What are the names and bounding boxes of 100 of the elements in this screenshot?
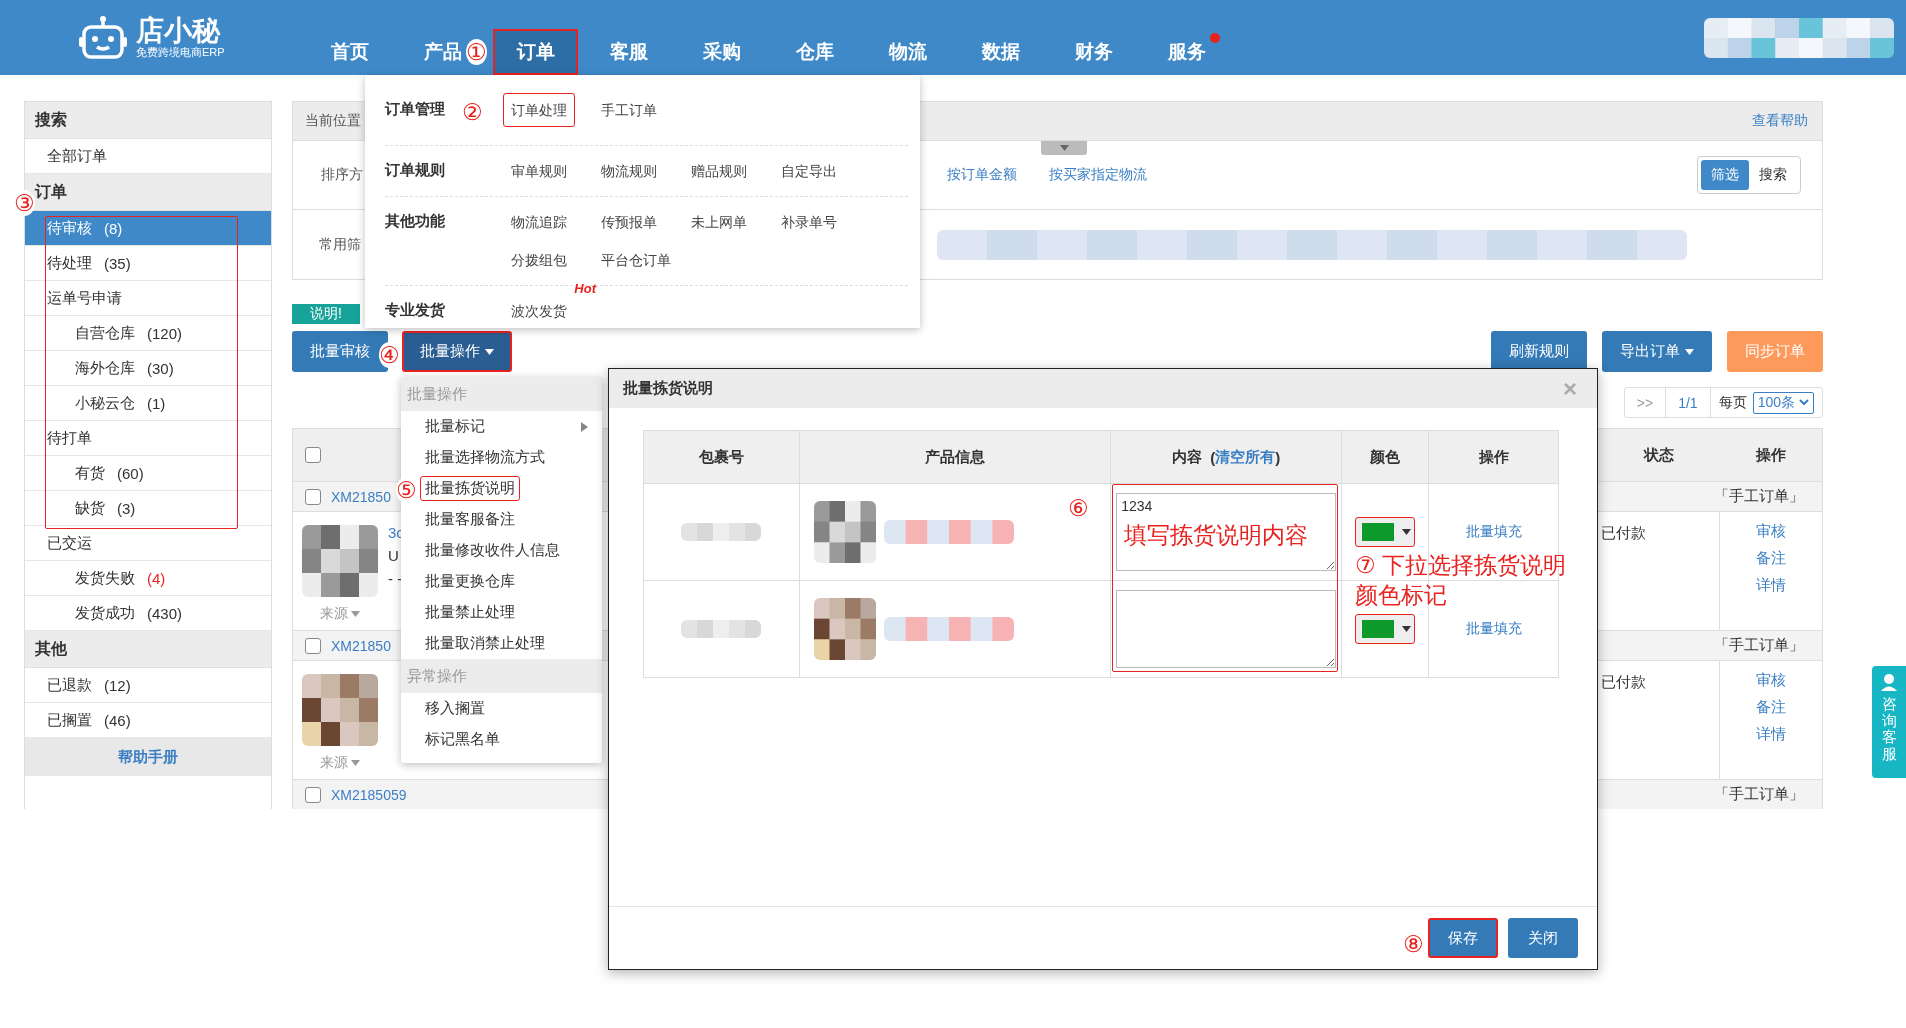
dialog-button[interactable]: 保存 [1428, 918, 1498, 958]
menu-item[interactable]: 赠品规则 [683, 154, 755, 188]
robot-logo-icon [78, 14, 128, 61]
mode-tab[interactable]: 筛选 [1701, 160, 1749, 190]
column-header: 操作 [1478, 447, 1509, 467]
checkbox[interactable] [305, 488, 321, 505]
column-header: 颜色 [1370, 447, 1401, 467]
order-type: 「手工订单」 [1714, 785, 1804, 804]
column-header: 状态 [1642, 445, 1675, 465]
dialog-button[interactable]: 关闭 [1508, 918, 1578, 958]
nav-tab[interactable]: 财务 [1071, 29, 1116, 75]
action-link[interactable]: 备注 [1756, 549, 1786, 568]
sort-option-link[interactable]: 按订单金额 [947, 166, 1017, 184]
menu-item[interactable]: 批量拣货说明 [420, 476, 520, 501]
sidebar-item[interactable]: 待审核 (8) [25, 211, 271, 246]
mode-tab[interactable]: 搜索 [1749, 160, 1797, 190]
clear-all-link[interactable]: 清空所有 [1215, 447, 1276, 467]
menu-item[interactable]: 批量标记 [420, 414, 490, 439]
order-number-link[interactable]: XM2185059 [331, 786, 407, 803]
nav-tab[interactable]: 物流 [885, 29, 930, 75]
menu-item[interactable]: 平台仓订单 [593, 243, 679, 277]
order-number-link[interactable]: XM21850 [331, 637, 391, 654]
menu-item[interactable]: 自定导出 [773, 154, 845, 188]
menu-item[interactable]: 订单处理 [503, 93, 575, 127]
toolbar-button[interactable]: 导出订单 [1602, 331, 1712, 372]
action-link[interactable]: 审核 [1756, 671, 1786, 690]
logo-name: 店小秘 [136, 16, 222, 46]
nav-tab[interactable]: 订单 [493, 29, 578, 75]
nav-tab[interactable]: 数据 [978, 29, 1023, 75]
batch-fill-link[interactable]: 批量填充 [1465, 523, 1522, 541]
annotation-text: 填写拣货说明内容 [1124, 522, 1308, 548]
sidebar-item-label: 有货 [75, 463, 105, 483]
menu-item[interactable]: 分拨组包 [503, 243, 575, 277]
menu-item[interactable]: 传预报单 [593, 205, 665, 239]
menu-item[interactable]: 补录单号 [773, 205, 845, 239]
sidebar-item-count: (4) [147, 569, 166, 587]
support-label: 咨询客服 [1881, 696, 1897, 762]
content-textarea[interactable] [1116, 590, 1337, 668]
action-link[interactable]: 备注 [1756, 698, 1786, 717]
nav-tab[interactable]: 首页 [327, 29, 372, 75]
menu-item[interactable]: 批量修改收件人信息 [420, 538, 565, 563]
action-link[interactable]: 详情 [1756, 725, 1786, 744]
sort-option-link[interactable]: 按买家指定物流 [1049, 166, 1147, 184]
order-type: 「手工订单」 [1714, 487, 1804, 506]
nav-tab[interactable]: 产品 [420, 29, 465, 75]
sidebar-item-label: 海外仓库 [75, 358, 135, 378]
menu-group-title: 订单规则 [385, 160, 445, 180]
color-select[interactable] [1355, 614, 1416, 644]
menu-item[interactable]: 审单规则 [503, 154, 575, 188]
checkbox[interactable] [305, 786, 321, 803]
order-number-link[interactable]: XM21850 [331, 488, 391, 505]
nav-tab[interactable]: 服务 [1164, 29, 1209, 75]
sidebar-item-count: (35) [104, 254, 131, 272]
action-link[interactable]: 详情 [1756, 576, 1786, 595]
batch-fill-link[interactable]: 批量填充 [1465, 620, 1522, 638]
sidebar-item-label: 缺货 [75, 498, 105, 518]
dialog-title: 批量拣货说明 [623, 379, 713, 398]
menu-item[interactable]: 移入搁置 [420, 696, 490, 721]
sidebar-item-count: (30) [147, 359, 174, 377]
checkbox[interactable] [305, 447, 321, 463]
menu-group-title: 专业发货 [385, 300, 445, 320]
help-link[interactable]: 查看帮助 [1752, 112, 1808, 130]
sidebar-item-count: (120) [147, 324, 183, 342]
sidebar-item-count: (430) [147, 604, 183, 622]
menu-group-title: 订单管理 [385, 99, 445, 119]
nav-tab[interactable]: 采购 [699, 29, 744, 75]
notice-badge: 说明! [292, 304, 360, 324]
nav-tab[interactable]: 客服 [606, 29, 651, 75]
menu-item[interactable]: 物流追踪 [503, 205, 575, 239]
annotation-text: ⑦ 下拉选择拣货说明颜色标记 [1355, 551, 1567, 610]
checkbox[interactable] [305, 637, 321, 654]
sidebar-item-label: 已搁置 [47, 710, 92, 730]
menu-item[interactable]: 未上网单 [683, 205, 755, 239]
action-link[interactable]: 审核 [1756, 522, 1786, 541]
menu-item[interactable]: 标记黑名单 [420, 727, 505, 752]
menu-item[interactable]: 批量选择物流方式 [420, 445, 550, 470]
step-number: ④ [379, 342, 400, 368]
menu-group-title: 其他功能 [385, 211, 445, 231]
column-header: 操作 [1754, 445, 1787, 465]
menu-section-header: 异常操作 [401, 659, 602, 693]
per-page-select[interactable]: 100条 [1752, 391, 1814, 414]
help-manual-link[interactable]: 帮助手册 [25, 738, 271, 776]
nav-tab[interactable]: 仓库 [792, 29, 837, 75]
logo-tagline: 免费跨境电商ERP [136, 46, 225, 59]
menu-section-header: 批量操作 [401, 377, 602, 411]
caret-icon [1402, 529, 1412, 535]
sidebar-item-label: 发货成功 [75, 603, 135, 623]
menu-item[interactable]: 批量客服备注 [420, 507, 520, 532]
collapse-toggle[interactable] [1041, 141, 1087, 155]
parenthesis: ) [1275, 448, 1281, 466]
color-select[interactable] [1355, 517, 1416, 547]
column-header: 产品信息 [924, 447, 985, 467]
menu-item[interactable]: 批量更换仓库 [420, 569, 520, 594]
menu-item[interactable]: 批量取消禁止处理 [420, 631, 550, 656]
sidebar-item-count: (8) [104, 219, 123, 237]
menu-item[interactable]: 手工订单 [593, 93, 665, 127]
toolbar-button[interactable]: 批量操作 [402, 331, 512, 372]
common-filter-label: 常用筛 [319, 235, 361, 254]
menu-item[interactable]: 物流规则 [593, 154, 665, 188]
menu-item[interactable]: 批量禁止处理 [420, 600, 520, 625]
